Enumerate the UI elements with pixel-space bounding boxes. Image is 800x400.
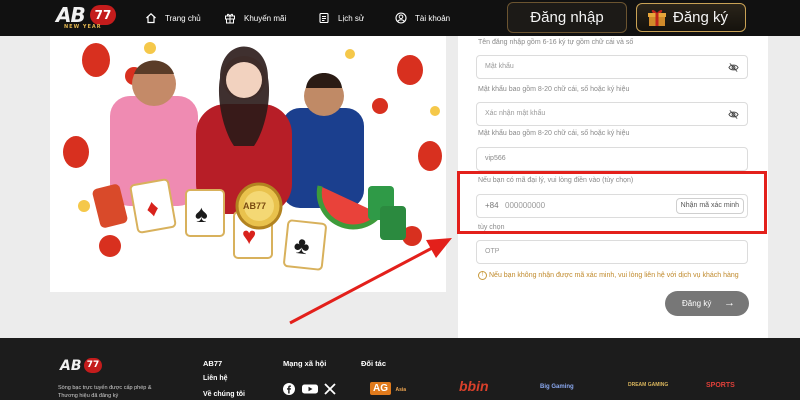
otp-field[interactable]: OTP	[476, 240, 748, 264]
footer-link-contact[interactable]: Liên hệ	[203, 375, 228, 382]
promo-banner: ♦ ♠ ♥ ♣ AB77	[50, 36, 446, 292]
submit-register-button[interactable]: Đăng ký →	[665, 291, 749, 316]
agent-code-value: vip566	[485, 155, 506, 162]
submit-label: Đăng ký	[682, 299, 712, 308]
nav-home[interactable]: Trang chủ	[145, 10, 201, 26]
card-club: ♣	[292, 232, 311, 261]
login-button[interactable]: Đăng nhập	[507, 2, 627, 33]
chip-label: AB77	[243, 201, 266, 211]
footer-col-ab77-heading: AB77	[203, 359, 223, 368]
user-icon	[395, 12, 407, 24]
eye-off-icon[interactable]	[728, 109, 739, 120]
otp-placeholder: OTP	[485, 248, 500, 255]
logo-text: AB	[56, 3, 86, 27]
verification-help-text: Nếu bạn không nhận được mã xác minh, vui…	[489, 272, 739, 279]
nav-account-label: Tài khoản	[415, 13, 451, 23]
confirm-password-placeholder: Xác nhận mật khẩu	[485, 110, 546, 117]
footer-link-about[interactable]: Về chúng tôi	[203, 391, 245, 398]
partner-sports[interactable]: SPORTS	[706, 382, 735, 400]
arrow-right-icon: →	[724, 297, 735, 309]
banner-illustration: ♦ ♠ ♥ ♣ AB77	[63, 42, 442, 271]
facebook-icon[interactable]	[283, 383, 295, 395]
footer-logo-text: AB	[60, 358, 82, 374]
confirm-password-hint: Mật khẩu bao gồm 8-20 chữ cái, số hoặc k…	[478, 130, 630, 137]
password-field[interactable]: Mật khẩu	[476, 55, 748, 79]
top-navigation-bar: AB 77 NEW YEAR Trang chủ Khuyến mãi Lịch…	[0, 0, 800, 36]
agent-code-field[interactable]: vip566	[476, 147, 748, 171]
site-footer: AB 77 Sòng bạc trực tuyến được cấp phép …	[0, 338, 800, 400]
ab77-logo[interactable]: AB 77 NEW YEAR	[56, 4, 120, 32]
footer-description: Sòng bạc trực tuyến được cấp phép & Thươ…	[58, 385, 152, 399]
footer-logo[interactable]: AB 77	[60, 358, 102, 376]
partner-dream-gaming[interactable]: DREAM GAMING	[628, 382, 668, 400]
confirm-password-field[interactable]: Xác nhận mật khẩu	[476, 102, 748, 126]
partner-big-gaming[interactable]: Big Gaming	[540, 384, 574, 400]
ag-badge: AG	[370, 382, 391, 395]
home-icon	[146, 12, 156, 24]
card-spade: ♠	[195, 201, 208, 228]
password-hint: Mật khẩu bao gồm 8-20 chữ cái, số hoặc k…	[478, 86, 630, 93]
nav-home-label: Trang chủ	[165, 13, 201, 23]
nav-history-label: Lịch sử	[338, 13, 365, 23]
nav-promotions-label: Khuyến mãi	[244, 13, 287, 23]
footer-logo-badge: 77	[84, 358, 102, 373]
eye-off-icon[interactable]	[728, 62, 739, 73]
register-button[interactable]: Đăng ký	[636, 3, 746, 32]
nav-account[interactable]: Tài khoản	[395, 10, 450, 26]
username-hint: Tên đăng nhập gồm 6-16 ký tự gồm chữ cái…	[478, 39, 634, 46]
password-placeholder: Mật khẩu	[485, 63, 514, 70]
optional-label: tùy chọn	[478, 224, 505, 231]
gift-box-icon	[648, 9, 666, 26]
youtube-icon[interactable]	[302, 383, 318, 395]
gift-icon	[225, 13, 235, 24]
logo-badge: 77	[90, 5, 116, 25]
footer-social-heading: Mạng xã hội	[283, 359, 327, 368]
logo-subtitle: NEW YEAR	[64, 24, 102, 30]
nav-history[interactable]: Lịch sử	[318, 10, 364, 26]
footer-partners-heading: Đối tác	[361, 359, 387, 368]
history-icon	[319, 12, 329, 24]
register-label: Đăng ký	[673, 9, 729, 26]
partner-bbin[interactable]: bbin	[459, 378, 489, 396]
nav-promotions[interactable]: Khuyến mãi	[224, 10, 286, 26]
partner-asia-gaming[interactable]: AG Asia Gaming	[370, 378, 422, 396]
x-twitter-icon[interactable]	[324, 383, 336, 395]
info-icon: !	[478, 271, 487, 280]
